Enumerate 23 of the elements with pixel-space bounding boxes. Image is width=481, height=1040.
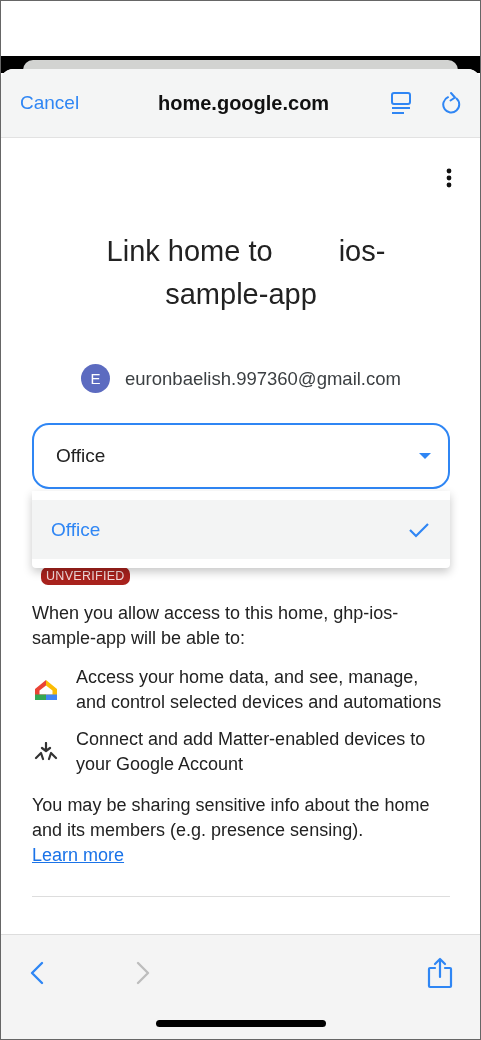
intro-text: When you allow access to this home, ghp-ios-sample-app will be able to: [32,602,400,650]
reload-icon[interactable] [442,91,462,115]
learn-more-link[interactable]: Learn more [32,845,125,865]
more-options-icon[interactable] [446,168,452,188]
share-icon[interactable] [427,957,453,989]
page-url: home.google.com [157,91,331,115]
permission-text: Connect and add Matter-enabled devices to your Google Account [76,728,427,776]
cancel-button[interactable]: Cancel [20,92,80,114]
back-icon[interactable] [30,961,44,985]
privacy-notice: You may be sharing sensitive info about the home and its members (e.g. presence sensing). [32,795,430,840]
reader-icon[interactable] [390,91,412,115]
dropdown-option[interactable]: Office [32,500,450,559]
app-name: ios- [338,234,386,269]
home-icon [34,679,58,701]
account-email: euronbaelish.997360@gmail.com [125,367,401,390]
app-name: sample-app [165,277,317,312]
page-title: Link home to [106,234,273,269]
dropdown-caret-icon [419,453,431,459]
avatar: E [81,364,111,393]
permission-text: Access your home data, and see, manage, and control selected devices and automations [76,666,443,714]
home-dropdown[interactable]: Office [32,423,450,489]
checkmark-icon [408,521,430,538]
matter-icon [34,742,58,762]
